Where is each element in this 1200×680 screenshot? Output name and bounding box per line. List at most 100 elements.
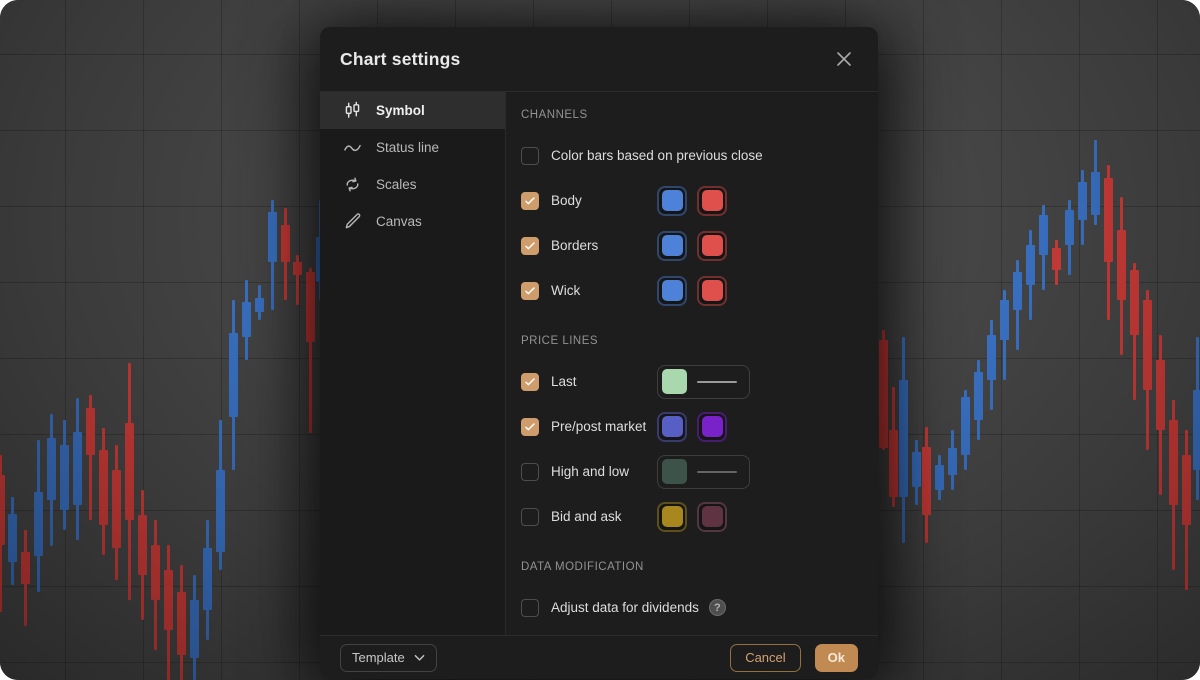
setting-label: Pre/post market — [551, 419, 646, 434]
candle — [948, 448, 957, 475]
ask-color-swatch[interactable] — [697, 502, 727, 532]
line-style-preview — [697, 471, 737, 473]
candlestick-icon — [342, 101, 362, 121]
line-style-preview — [697, 381, 737, 383]
candle — [112, 470, 121, 548]
chevron-down-icon — [414, 654, 425, 662]
candle — [255, 298, 264, 312]
setting-row-bidask: Bid and ask — [521, 494, 858, 539]
setting-row-body: Body — [521, 178, 858, 223]
candle — [1052, 248, 1061, 270]
wick-checkbox[interactable] — [521, 282, 539, 300]
grid-line — [299, 0, 300, 680]
chart-settings-dialog: Chart settings Symbol Status line — [320, 27, 878, 679]
candle — [912, 452, 921, 487]
template-dropdown-button[interactable]: Template — [340, 644, 437, 672]
setting-row-last: Last — [521, 359, 858, 404]
prepost-color-controls — [657, 412, 727, 442]
candle — [190, 600, 199, 658]
candle — [1091, 172, 1100, 215]
borders-color-controls — [657, 231, 727, 261]
setting-label: High and low — [551, 464, 629, 479]
color-fill — [662, 506, 683, 527]
help-icon[interactable]: ? — [709, 599, 726, 616]
setting-row-color-bars: Color bars based on previous close — [521, 133, 858, 178]
candle — [922, 447, 931, 515]
wave-line-icon — [342, 138, 362, 158]
section-price-lines: PRICE LINES — [521, 331, 858, 351]
bidask-color-controls — [657, 502, 727, 532]
cancel-button[interactable]: Cancel — [730, 644, 800, 672]
dialog-body: Symbol Status line Scales — [320, 92, 878, 635]
sidebar-item-status-line[interactable]: Status line — [320, 129, 505, 166]
candle — [306, 272, 315, 342]
post-market-color-swatch[interactable] — [697, 412, 727, 442]
last-checkbox[interactable] — [521, 373, 539, 391]
grid-line — [65, 0, 66, 680]
grid-line — [221, 0, 222, 680]
candle — [935, 465, 944, 490]
sidebar-item-label: Canvas — [376, 214, 422, 229]
highlow-line-controls — [657, 455, 750, 489]
candle — [974, 372, 983, 420]
borders-up-color-swatch[interactable] — [657, 231, 687, 261]
candle — [1130, 270, 1139, 335]
body-checkbox[interactable] — [521, 192, 539, 210]
candle — [987, 335, 996, 380]
prepost-checkbox[interactable] — [521, 418, 539, 436]
candle — [899, 380, 908, 497]
color-bars-checkbox[interactable] — [521, 147, 539, 165]
setting-row-dividends: Adjust data for dividends ? — [521, 585, 858, 630]
setting-row-highlow: High and low — [521, 449, 858, 494]
setting-label: Wick — [551, 283, 580, 298]
candle — [34, 492, 43, 556]
candle — [293, 262, 302, 275]
wick-up-color-swatch[interactable] — [657, 276, 687, 306]
template-label: Template — [352, 650, 405, 665]
borders-checkbox[interactable] — [521, 237, 539, 255]
check-icon — [524, 285, 536, 297]
section-channels: CHANNELS — [521, 105, 858, 125]
candle — [60, 445, 69, 510]
sidebar-item-symbol[interactable]: Symbol — [320, 92, 505, 129]
body-up-color-swatch[interactable] — [657, 186, 687, 216]
close-icon — [836, 51, 852, 67]
bidask-checkbox[interactable] — [521, 508, 539, 526]
close-button[interactable] — [830, 45, 858, 73]
section-data-modification: DATA MODIFICATION — [521, 557, 858, 577]
sidebar-item-scales[interactable]: Scales — [320, 166, 505, 203]
candle — [1078, 182, 1087, 220]
candle — [961, 397, 970, 455]
dividends-checkbox[interactable] — [521, 599, 539, 617]
last-line-style-button[interactable] — [657, 365, 750, 399]
body-color-controls — [657, 186, 727, 216]
pencil-icon — [342, 212, 362, 232]
candle — [1169, 420, 1178, 505]
candle — [1065, 210, 1074, 245]
color-fill — [702, 235, 723, 256]
color-fill — [662, 280, 683, 301]
bid-color-swatch[interactable] — [657, 502, 687, 532]
borders-down-color-swatch[interactable] — [697, 231, 727, 261]
wick-color-controls — [657, 276, 727, 306]
candle — [73, 432, 82, 505]
candle — [1156, 360, 1165, 430]
sidebar-item-label: Scales — [376, 177, 417, 192]
pre-market-color-swatch[interactable] — [657, 412, 687, 442]
candle — [1000, 300, 1009, 340]
candle — [99, 450, 108, 525]
dialog-header: Chart settings — [320, 27, 878, 92]
color-fill — [702, 190, 723, 211]
candle — [8, 514, 17, 562]
ok-button[interactable]: Ok — [815, 644, 858, 672]
sidebar-item-canvas[interactable]: Canvas — [320, 203, 505, 240]
candle — [125, 423, 134, 520]
candle — [164, 570, 173, 630]
candle — [889, 430, 898, 497]
body-down-color-swatch[interactable] — [697, 186, 727, 216]
candle — [1013, 272, 1022, 310]
color-fill — [702, 280, 723, 301]
highlow-line-style-button[interactable] — [657, 455, 750, 489]
highlow-checkbox[interactable] — [521, 463, 539, 481]
wick-down-color-swatch[interactable] — [697, 276, 727, 306]
